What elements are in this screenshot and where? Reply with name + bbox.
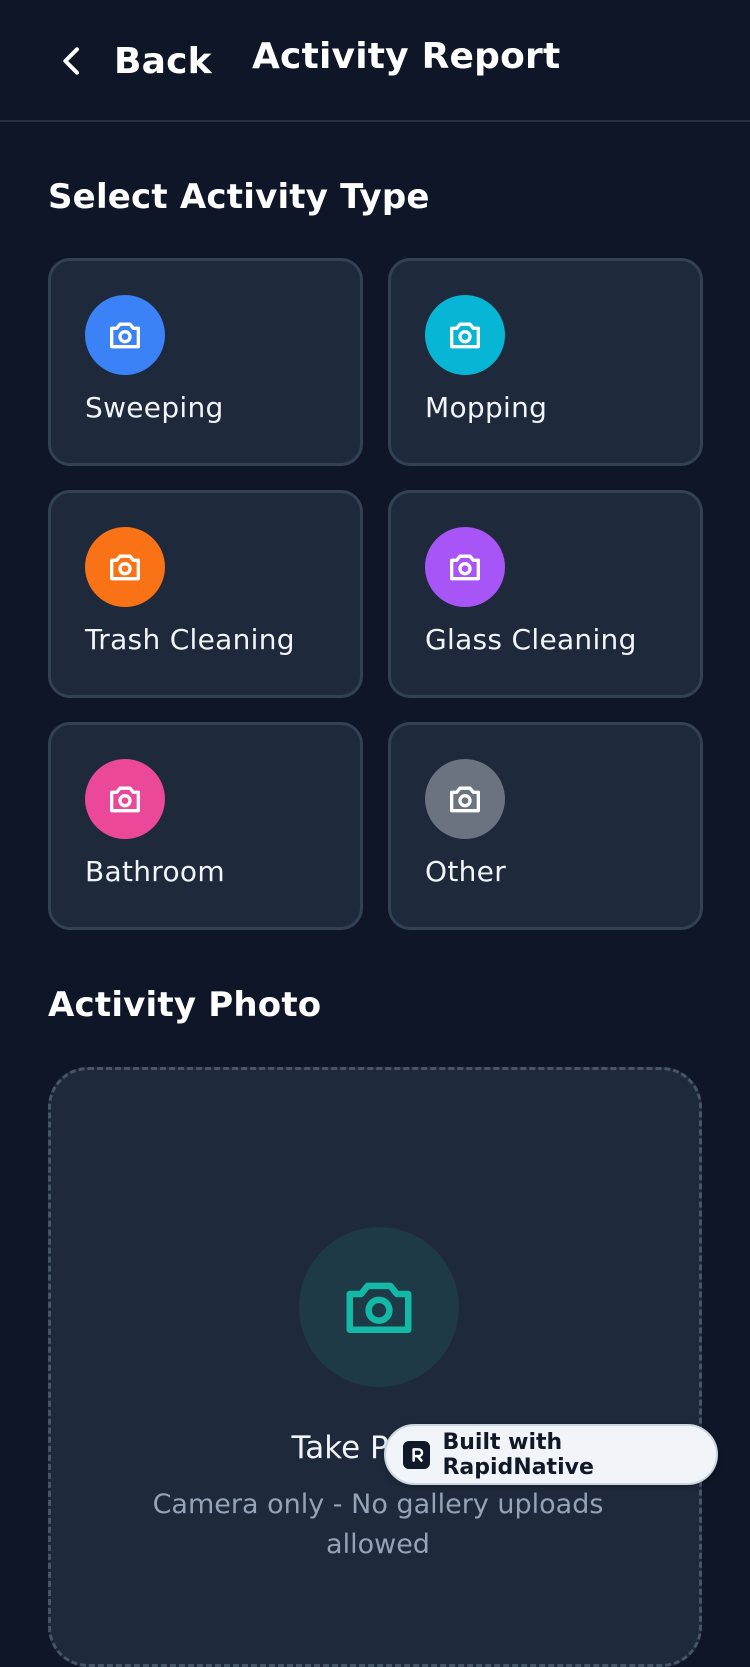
app-header: Back Activity Report <box>0 0 750 122</box>
activity-card-mopping[interactable]: Mopping <box>388 258 703 466</box>
camera-icon <box>450 554 480 581</box>
activity-card-bathroom[interactable]: Bathroom <box>48 722 363 930</box>
activity-icon-circle <box>85 759 165 839</box>
activity-card-other[interactable]: Other <box>388 722 703 930</box>
activity-icon-circle <box>425 759 505 839</box>
activity-icon-circle <box>85 295 165 375</box>
camera-icon <box>450 322 480 349</box>
back-label: Back <box>114 40 212 82</box>
rapidnative-logo-icon <box>403 1440 431 1469</box>
activity-card-label: Mopping <box>425 391 548 424</box>
activity-card-label: Other <box>425 855 507 888</box>
section-title-activity-photo: Activity Photo <box>48 985 322 1025</box>
activity-icon-circle <box>425 295 505 375</box>
activity-card-label: Glass Cleaning <box>425 623 637 656</box>
activity-card-label: Sweeping <box>85 391 224 424</box>
camera-icon <box>110 554 140 581</box>
camera-icon <box>110 322 140 349</box>
back-button[interactable]: Back <box>52 30 212 92</box>
take-photo-dropzone[interactable]: Take Photo Camera only - No gallery uplo… <box>48 1067 702 1667</box>
camera-only-note: Camera only - No gallery uploads allowed <box>152 1489 604 1560</box>
chevron-left-icon <box>63 47 79 75</box>
camera-icon <box>110 786 140 813</box>
section-title-activity-type: Select Activity Type <box>48 177 430 217</box>
activity-card-trash-cleaning[interactable]: Trash Cleaning <box>48 490 363 698</box>
badge-label: Built with RapidNative <box>442 1429 594 1480</box>
camera-icon <box>346 1282 412 1333</box>
activity-card-label: Bathroom <box>85 855 225 888</box>
camera-icon <box>450 786 480 813</box>
activity-card-sweeping[interactable]: Sweeping <box>48 258 363 466</box>
take-photo-icon-circle[interactable] <box>299 1227 459 1387</box>
built-with-rapidnative-badge[interactable]: Built with RapidNative <box>384 1424 718 1485</box>
activity-icon-circle <box>85 527 165 607</box>
activity-card-glass-cleaning[interactable]: Glass Cleaning <box>388 490 703 698</box>
activity-icon-circle <box>425 527 505 607</box>
activity-card-label: Trash Cleaning <box>85 623 295 656</box>
page-title: Activity Report <box>252 36 561 77</box>
